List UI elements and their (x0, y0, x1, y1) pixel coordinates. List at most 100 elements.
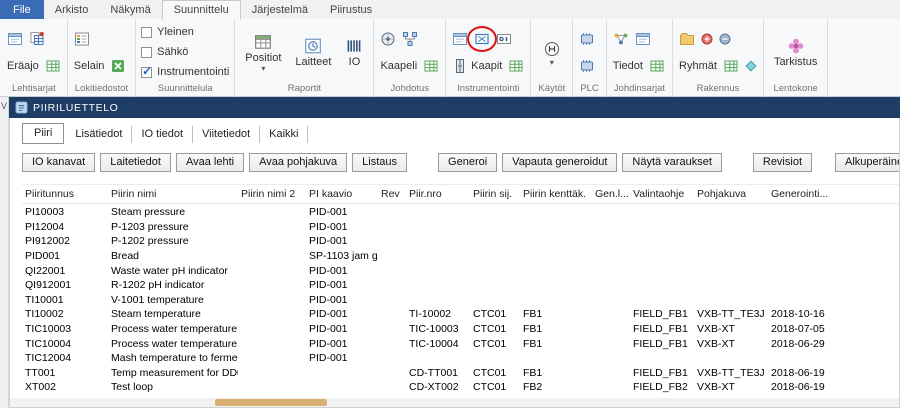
view-tab-viitetiedot[interactable]: Viitetiedot (193, 126, 260, 143)
checkbox-sahko[interactable]: Sähkö (141, 45, 229, 59)
scrollbar-thumb[interactable] (215, 399, 327, 406)
view-tab-piiri[interactable]: Piiri (22, 123, 64, 144)
column-header[interactable]: Piirin nimi 2 (238, 188, 306, 200)
column-header[interactable]: Gen.l... (592, 188, 630, 200)
checkbox-yleinen[interactable]: Yleinen (141, 25, 229, 39)
tiedot-grid-button[interactable] (648, 57, 666, 75)
column-header[interactable]: Valintaohje (630, 188, 694, 200)
column-header[interactable]: Piirin sij. (470, 188, 520, 200)
button-nayta-varaukset[interactable]: Näytä varaukset (622, 153, 721, 172)
group-label-instrumentointi: Instrumentointi (451, 83, 525, 97)
instrument-grid-button[interactable] (507, 57, 525, 75)
xml-export-button[interactable] (109, 57, 127, 75)
ryhmat-button[interactable]: Ryhmät (678, 59, 718, 73)
cable-grid-button[interactable] (422, 57, 440, 75)
table-row[interactable]: PI912002P-1202 pressurePID-001 (22, 234, 899, 249)
kaytot-button[interactable]: ▾ (538, 39, 566, 67)
tiedot-button[interactable]: Tiedot (612, 59, 644, 73)
table-row[interactable]: TIC10003Process water temperaturePID-001… (22, 322, 899, 337)
table-row[interactable]: QI22001Waste water pH indicatorPID-001 (22, 263, 899, 278)
column-header[interactable]: PI kaavio (306, 188, 378, 200)
button-avaa-pohjakuva[interactable]: Avaa pohjakuva (249, 153, 347, 172)
tab-piirustus[interactable]: Piirustus (319, 0, 383, 19)
building-folder-button[interactable] (678, 30, 696, 48)
table-cell: TIC10004 (22, 338, 108, 350)
table-row[interactable]: QI912001R-1202 pH indicatorPID-001N (22, 278, 899, 293)
sheet-grid-button[interactable] (44, 57, 62, 75)
table-row[interactable]: XT002Test loopCD-XT002CTC01FB2FIELD_FB2V… (22, 380, 899, 395)
add-button[interactable] (700, 32, 714, 46)
plc-module-button[interactable] (578, 30, 596, 48)
table-cell: CTC01 (470, 308, 520, 320)
piiriluettelo-titlebar: PIIRILUETTELO (9, 97, 900, 118)
table-row[interactable]: PI12004P-1203 pressurePID-001 (22, 220, 899, 235)
table-row[interactable]: PI10003Steam pressurePID-001 (22, 205, 899, 220)
kaapit-button[interactable]: Kaapit (451, 57, 503, 75)
group-diamond-button[interactable] (744, 59, 758, 73)
log-list-button[interactable] (73, 30, 91, 48)
table-cell: VXB-TT_TE3J (694, 367, 768, 379)
tab-jarjestelma[interactable]: Järjestelmä (241, 0, 319, 19)
tarkistus-button[interactable]: Tarkistus (769, 36, 822, 69)
button-generoi[interactable]: Generoi (438, 153, 497, 172)
remove-button[interactable] (718, 32, 732, 46)
table-row[interactable]: PID001BreadSP-1103 jam guard (22, 249, 899, 264)
instrument-form-button[interactable] (451, 30, 469, 48)
tab-nakyma[interactable]: Näkymä (99, 0, 161, 19)
button-alkuperainen-suodatin[interactable]: Alkuperäinen suodatin (835, 153, 900, 172)
horizontal-scrollbar[interactable] (10, 398, 899, 407)
table-row[interactable]: TT001Temp measurement for DD002CD-TT001C… (22, 366, 899, 381)
ribbon-group-lehtisarjat: Eräajo Lehtisarjat (1, 20, 68, 97)
column-header[interactable]: Piirin nimi (108, 188, 238, 200)
button-revisiot[interactable]: Revisiot (753, 153, 812, 172)
selain-button[interactable]: Selain (73, 59, 106, 73)
folder-icon (679, 31, 695, 47)
binary-signal-button[interactable] (495, 30, 513, 48)
button-vapauta-generoidut[interactable]: Vapauta generoidut (502, 153, 617, 172)
positiot-button[interactable]: Positiot ▾ (240, 32, 286, 73)
column-header[interactable]: Rev (378, 188, 406, 200)
harness-form-button[interactable] (634, 30, 652, 48)
view-tab-io-tiedot[interactable]: IO tiedot (132, 126, 193, 143)
checkbox-box-yleinen (141, 27, 152, 38)
button-laitetiedot[interactable]: Laitetiedot (100, 153, 171, 172)
table-cell: P-1202 pressure (108, 235, 238, 247)
column-header[interactable]: Piirin kenttäk. (520, 188, 592, 200)
harness-link-button[interactable] (612, 30, 630, 48)
view-tab-kaikki[interactable]: Kaikki (260, 126, 308, 143)
tab-suunnittelu[interactable]: Suunnittelu (162, 0, 241, 20)
view-tab-lisatiedot[interactable]: Lisätiedot (66, 126, 132, 143)
table-cell: PID-001 (306, 294, 378, 306)
grid-icon (45, 58, 61, 74)
plc-io-button[interactable] (578, 57, 596, 75)
eraajo-button[interactable]: Eräajo (6, 59, 40, 73)
kaapeli-button[interactable]: Kaapeli (379, 59, 418, 73)
tab-file[interactable]: File (0, 0, 44, 19)
column-header[interactable]: Pohjakuva (694, 188, 768, 200)
button-io-kanavat[interactable]: IO kanavat (22, 153, 95, 172)
instrument-display-button[interactable] (473, 30, 491, 48)
sheet-form-button[interactable] (6, 30, 24, 48)
group-grid-button[interactable] (722, 57, 740, 75)
column-header[interactable]: Piiritunnus (22, 188, 108, 200)
laitteet-button[interactable]: Laitteet (290, 36, 336, 69)
column-header[interactable]: Generointi... (768, 188, 896, 200)
io-button[interactable]: IO (340, 36, 368, 69)
button-listaus[interactable]: Listaus (352, 153, 407, 172)
table-row[interactable]: TIC10004Process water temperaturePID-001… (22, 336, 899, 351)
table-cell: 2018-06-19 (768, 381, 896, 393)
table-row[interactable]: TIC12004Mash temperature to fermentation… (22, 351, 899, 366)
collapsed-panel-tab[interactable]: V (0, 97, 9, 408)
button-avaa-lehti[interactable]: Avaa lehti (176, 153, 244, 172)
checkbox-instrumentointi[interactable]: ✓ Instrumentointi (141, 65, 229, 79)
column-header[interactable]: Piir.nro (406, 188, 470, 200)
table-cell: PID-001 (306, 323, 378, 335)
tab-arkisto[interactable]: Arkisto (44, 0, 100, 19)
wiring-net-button[interactable] (401, 30, 419, 48)
table-cell: Process water temperature (108, 338, 238, 350)
table-row[interactable]: TI10001V-1001 temperaturePID-001 (22, 293, 899, 308)
table-row[interactable]: TI10002Steam temperaturePID-001TI-10002C… (22, 307, 899, 322)
cable-drum-button[interactable] (379, 30, 397, 48)
devices-icon (304, 37, 322, 55)
batch-files-button[interactable] (28, 30, 46, 48)
